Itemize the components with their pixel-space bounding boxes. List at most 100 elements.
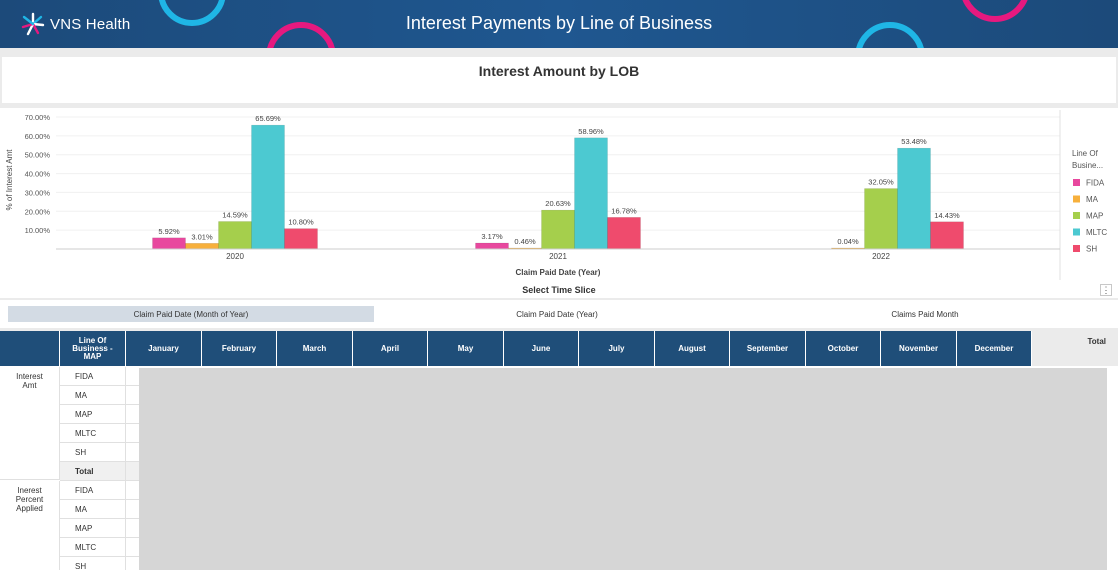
y-axis-label: % of Interest Amt xyxy=(5,149,14,211)
chart-title: Interest Amount by LOB xyxy=(478,63,640,79)
table-row-label: MLTC xyxy=(60,538,126,557)
chart-bar xyxy=(541,209,575,250)
table-header-month[interactable]: December xyxy=(957,331,1032,366)
table-row-total: Total xyxy=(60,462,126,481)
table-cell xyxy=(126,405,139,424)
data-label: 14.59% xyxy=(222,210,248,219)
legend-label: MA xyxy=(1086,195,1099,204)
y-tick-label: 70.00% xyxy=(25,113,51,122)
table-cell xyxy=(126,538,139,557)
dashboard-header: VNS Health Interest Payments by Line of … xyxy=(0,0,1118,48)
legend-swatch xyxy=(1073,179,1080,186)
table-row-label: SH xyxy=(60,443,126,462)
legend-label: FIDA xyxy=(1086,179,1105,188)
x-tick-label: 2022 xyxy=(872,252,890,261)
chart-bar xyxy=(897,147,931,250)
legend-label: MAP xyxy=(1086,212,1103,221)
data-label: 3.17% xyxy=(481,232,503,241)
y-tick-label: 10.00% xyxy=(25,226,51,235)
table-header-month[interactable]: September xyxy=(730,331,806,366)
time-slice-year[interactable]: Claim Paid Date (Year) xyxy=(374,306,740,322)
legend-swatch xyxy=(1073,212,1080,219)
time-slice-claims-paid-month[interactable]: Claims Paid Month xyxy=(740,306,1110,322)
table-cell xyxy=(126,462,139,481)
data-label: 58.96% xyxy=(578,127,604,136)
data-label: 65.69% xyxy=(255,114,281,123)
chart-bar xyxy=(185,243,219,250)
data-label: 53.48% xyxy=(901,137,927,146)
row-group-interest-amt: Interest Amt xyxy=(0,367,60,480)
table-cell xyxy=(126,519,139,538)
table-header-month[interactable]: January xyxy=(126,331,202,366)
table-header-month[interactable]: April xyxy=(353,331,428,366)
more-options-icon[interactable]: ⋮ xyxy=(1100,284,1112,296)
x-tick-label: 2021 xyxy=(549,252,567,261)
table-header-month[interactable]: May xyxy=(428,331,504,366)
table-row-label: MA xyxy=(60,500,126,519)
table-row-label: MLTC xyxy=(60,424,126,443)
chart-bar xyxy=(930,221,964,250)
table-header-month[interactable]: June xyxy=(504,331,579,366)
data-label: 32.05% xyxy=(868,178,894,187)
table-cell xyxy=(126,500,139,519)
table-row-label: MA xyxy=(60,386,126,405)
table-cell xyxy=(126,443,139,462)
table-header-month[interactable]: August xyxy=(655,331,730,366)
data-label: 10.80% xyxy=(288,218,314,227)
data-label: 16.78% xyxy=(611,206,637,215)
table-cell xyxy=(126,481,139,500)
chart-bar xyxy=(475,242,509,250)
row-group-interest-percent: Inerest Percent Applied xyxy=(0,481,60,570)
chart-bar xyxy=(152,237,186,250)
table-header-month[interactable]: October xyxy=(806,331,881,366)
table-row-label: FIDA xyxy=(60,481,126,500)
data-label: 0.04% xyxy=(837,237,859,246)
table-row-label: SH xyxy=(60,557,126,570)
table-header-month[interactable]: March xyxy=(277,331,353,366)
time-slice-title: Select Time Slice xyxy=(522,285,596,295)
bar-chart: 70.00% 60.00% 50.00% 40.00% 30.00% 20.00% 10.0… xyxy=(5,110,1107,280)
chart-panel: 70.00% 60.00% 50.00% 40.00% 30.00% 20.00% 10.0… xyxy=(0,108,1118,298)
data-label: 5.92% xyxy=(158,227,180,236)
table-data-area xyxy=(139,368,1107,570)
chart-bar xyxy=(864,188,898,250)
legend-label: MLTC xyxy=(1086,228,1107,237)
y-tick-label: 40.00% xyxy=(25,170,51,179)
interest-table: Line Of Business - MAP January February … xyxy=(0,331,1118,570)
chart-bar xyxy=(218,221,252,250)
table-cell xyxy=(126,424,139,443)
data-label: 0.46% xyxy=(514,237,536,246)
legend-label: SH xyxy=(1086,245,1097,254)
time-slice-month-of-year[interactable]: Claim Paid Date (Month of Year) xyxy=(8,306,374,322)
legend-swatch xyxy=(1073,195,1080,203)
legend-title-line1: Line Of xyxy=(1072,149,1099,158)
table-header-month[interactable]: November xyxy=(881,331,957,366)
y-tick-label: 60.00% xyxy=(25,132,51,141)
data-label: 20.63% xyxy=(545,199,571,208)
legend-swatch xyxy=(1073,245,1080,252)
table-header-corner xyxy=(0,331,60,366)
chart-bar xyxy=(251,124,285,250)
chart-bar xyxy=(607,217,641,250)
dashboard: VNS Health Interest Payments by Line of … xyxy=(0,0,1118,570)
table-row-label: FIDA xyxy=(60,367,126,386)
data-label: 14.43% xyxy=(934,211,960,220)
legend-swatch xyxy=(1073,228,1080,236)
legend-title-line2: Busine... xyxy=(1072,161,1103,170)
x-tick-label: 2020 xyxy=(226,252,244,261)
data-label: 3.01% xyxy=(191,232,213,241)
table-row-label: MAP xyxy=(60,405,126,424)
y-axis-ticks: 70.00% 60.00% 50.00% 40.00% 30.00% 20.00% 10.0… xyxy=(25,113,51,235)
x-axis-label: Claim Paid Date (Year) xyxy=(516,268,601,277)
table-header-month[interactable]: February xyxy=(202,331,277,366)
x-axis-ticks: 2020 2021 2022 xyxy=(226,252,890,261)
table-header-lob[interactable]: Line Of Business - MAP xyxy=(60,331,126,366)
y-tick-label: 20.00% xyxy=(25,207,51,216)
table-cell xyxy=(126,367,139,386)
chart-title-panel: Interest Amount by LOB xyxy=(2,57,1116,103)
table-row-label: MAP xyxy=(60,519,126,538)
chart-legend: FIDA MA MAP MLTC SH xyxy=(1073,179,1107,254)
page-title: Interest Payments by Line of Business xyxy=(405,13,713,33)
table-header-total[interactable]: Total xyxy=(1032,331,1118,366)
table-header-month[interactable]: July xyxy=(579,331,655,366)
